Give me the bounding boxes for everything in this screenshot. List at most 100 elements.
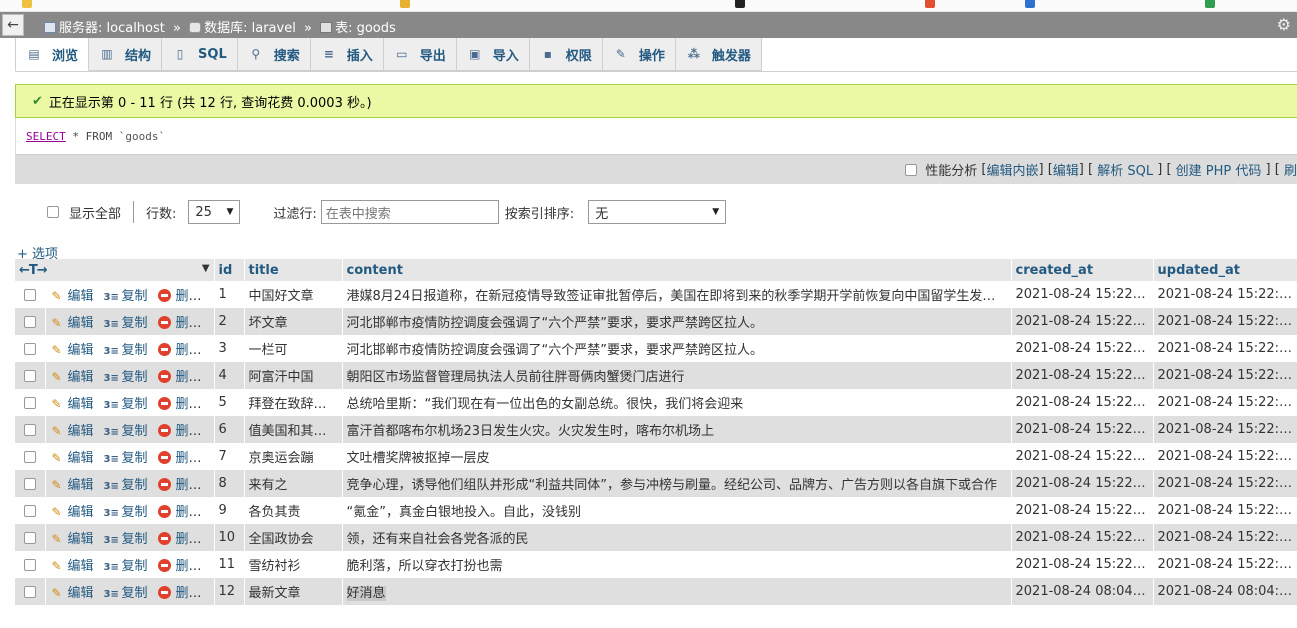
copy-row-button[interactable]: 3≡ 复制 <box>104 397 148 412</box>
edit-row-button[interactable]: ✎ 编辑 <box>50 559 93 574</box>
cell-created-at[interactable]: 2021-08-24 15:22:29 <box>1011 389 1154 416</box>
table-row[interactable]: ✎ 编辑 3≡ 复制 删除 3 一栏可 河北邯郸市疫情防控调度会强调了“六个严禁”要求，要求严… <box>15 335 1297 362</box>
table-row[interactable]: ✎ 编辑 3≡ 复制 删除 12 最新文章 好消息 2021-08-24 08:04:30 202… <box>15 578 1297 605</box>
breadcrumb-table[interactable]: 表: goods <box>335 21 396 36</box>
row-checkbox[interactable] <box>23 423 36 436</box>
cell-updated-at[interactable]: 2021-08-24 15:22:29 <box>1153 470 1297 497</box>
table-row[interactable]: ✎ 编辑 3≡ 复制 删除 4 阿富汗中国 朝阳区市场监督管理局执法人员前往胖哥俩肉蟹煲门店进… <box>15 362 1297 389</box>
rows-select[interactable]: 25 ▼ <box>188 200 241 224</box>
delete-row-button[interactable]: 删除 <box>157 289 202 304</box>
row-checkbox-cell[interactable] <box>15 389 46 416</box>
tab-import[interactable]: ▣ 导入 <box>456 38 530 71</box>
cell-content[interactable]: 文吐槽奖牌被抠掉一层皮 <box>342 443 1012 470</box>
edit-row-button[interactable]: ✎ 编辑 <box>50 424 93 439</box>
cell-id[interactable]: 2 <box>214 308 245 335</box>
cell-content[interactable]: 总统哈里斯：“我们现在有一位出色的女副总统。很快，我们将会迎来 <box>342 389 1012 416</box>
cell-title[interactable]: 雪纺衬衫 <box>244 551 343 578</box>
table-row[interactable]: ✎ 编辑 3≡ 复制 删除 11 雪纺衬衫 脆利落，所以穿衣打扮也需 2021-08-24 15… <box>15 551 1297 578</box>
cell-content[interactable]: 港媒8月24日报道称，在新冠疫情导致签证审批暂停后，美国在即将到来的秋季学期开学… <box>342 281 1012 308</box>
cell-created-at[interactable]: 2021-08-24 15:22:29 <box>1011 524 1154 551</box>
tab-operations[interactable]: ✎ 操作 <box>602 38 676 71</box>
edit-row-button[interactable]: ✎ 编辑 <box>50 451 93 466</box>
cell-content[interactable]: 河北邯郸市疫情防控调度会强调了“六个严禁”要求，要求严禁跨区拉人。 <box>342 308 1012 335</box>
cell-updated-at[interactable]: 2021-08-24 15:22:29 <box>1153 281 1297 308</box>
row-checkbox-cell[interactable] <box>15 578 46 605</box>
edit-row-button[interactable]: ✎ 编辑 <box>50 343 93 358</box>
cell-id[interactable]: 7 <box>214 443 245 470</box>
cell-updated-at[interactable]: 2021-08-24 08:04:30 <box>1153 578 1297 605</box>
cell-updated-at[interactable]: 2021-08-24 15:22:29 <box>1153 443 1297 470</box>
copy-row-button[interactable]: 3≡ 复制 <box>104 478 148 493</box>
cell-created-at[interactable]: 2021-08-24 15:22:29 <box>1011 308 1154 335</box>
row-checkbox-cell[interactable] <box>15 524 46 551</box>
delete-row-button[interactable]: 删除 <box>157 343 202 358</box>
cell-id[interactable]: 12 <box>214 578 245 605</box>
row-checkbox[interactable] <box>23 288 36 301</box>
copy-row-button[interactable]: 3≡ 复制 <box>104 505 148 520</box>
edit-row-button[interactable]: ✎ 编辑 <box>50 397 93 412</box>
refresh-link[interactable]: 刷 <box>1284 160 1297 179</box>
cell-title[interactable]: 京奥运会蹦 <box>244 443 343 470</box>
row-checkbox[interactable] <box>23 342 36 355</box>
cell-id[interactable]: 5 <box>214 389 245 416</box>
row-checkbox-cell[interactable] <box>15 470 46 497</box>
edit-sql-link[interactable]: 编辑 <box>1053 160 1079 179</box>
cell-id[interactable]: 11 <box>214 551 245 578</box>
column-header-created-at[interactable]: created_at <box>1011 259 1154 281</box>
copy-row-button[interactable]: 3≡ 复制 <box>104 532 148 547</box>
cell-created-at[interactable]: 2021-08-24 08:04:30 <box>1011 578 1154 605</box>
copy-row-button[interactable]: 3≡ 复制 <box>104 343 148 358</box>
row-checkbox[interactable] <box>23 585 36 598</box>
table-row[interactable]: ✎ 编辑 3≡ 复制 删除 2 坏文章 河北邯郸市疫情防控调度会强调了“六个严禁”要求，要求严… <box>15 308 1297 335</box>
copy-row-button[interactable]: 3≡ 复制 <box>104 559 148 574</box>
cell-id[interactable]: 8 <box>214 470 245 497</box>
cell-title[interactable]: 阿富汗中国 <box>244 362 343 389</box>
copy-row-button[interactable]: 3≡ 复制 <box>104 316 148 331</box>
breadcrumb-database[interactable]: 数据库: laravel <box>204 21 296 36</box>
cell-content[interactable]: 竞争心理，诱导他们组队并形成“利益共同体”，参与冲榜与刷量。经纪公司、品牌方、广… <box>342 470 1012 497</box>
cell-content[interactable]: 好消息 <box>342 578 1012 605</box>
cell-content[interactable]: 朝阳区市场监督管理局执法人员前往胖哥俩肉蟹煲门店进行 <box>342 362 1012 389</box>
tab-triggers[interactable]: ⁂ 触发器 <box>675 38 762 71</box>
row-checkbox-cell[interactable] <box>15 308 46 335</box>
delete-row-button[interactable]: 删除 <box>157 505 202 520</box>
breadcrumb-server[interactable]: 服务器: localhost <box>59 21 165 36</box>
table-row[interactable]: ✎ 编辑 3≡ 复制 删除 1 中国好文章 港媒8月24日报道称，在新冠疫情导致签证审批暂停后… <box>15 281 1297 308</box>
row-checkbox[interactable] <box>23 450 36 463</box>
show-all-checkbox[interactable] <box>47 206 59 218</box>
cell-updated-at[interactable]: 2021-08-24 15:22:29 <box>1153 308 1297 335</box>
sql-keyword-select[interactable]: SELECT <box>26 130 66 143</box>
column-resize-icon[interactable]: ←T→ <box>19 263 48 278</box>
column-header-id[interactable]: id <box>214 259 245 281</box>
row-checkbox[interactable] <box>23 315 36 328</box>
cell-title[interactable]: 一栏可 <box>244 335 343 362</box>
cell-title[interactable]: 值美国和其他西 <box>244 416 343 443</box>
delete-row-button[interactable]: 删除 <box>157 586 202 601</box>
filter-input[interactable]: 在表中搜索 <box>320 200 499 224</box>
table-row[interactable]: ✎ 编辑 3≡ 复制 删除 10 全国政协会 领，还有来自社会各党各派的民 2021-08-24… <box>15 524 1297 551</box>
cell-title[interactable]: 最新文章 <box>244 578 343 605</box>
cell-id[interactable]: 3 <box>214 335 245 362</box>
delete-row-button[interactable]: 删除 <box>157 397 202 412</box>
create-php-link[interactable]: 创建 PHP 代码 <box>1176 160 1262 179</box>
cell-id[interactable]: 10 <box>214 524 245 551</box>
cell-content[interactable]: “氪金”，真金白银地投入。自此，没钱别 <box>342 497 1012 524</box>
delete-row-button[interactable]: 删除 <box>157 424 202 439</box>
gear-icon[interactable]: ⚙ <box>1277 15 1291 34</box>
cell-updated-at[interactable]: 2021-08-24 15:22:29 <box>1153 389 1297 416</box>
copy-row-button[interactable]: 3≡ 复制 <box>104 370 148 385</box>
edit-row-button[interactable]: ✎ 编辑 <box>50 289 93 304</box>
cell-content[interactable]: 领，还有来自社会各党各派的民 <box>342 524 1012 551</box>
copy-row-button[interactable]: 3≡ 复制 <box>104 451 148 466</box>
delete-row-button[interactable]: 删除 <box>157 316 202 331</box>
table-row[interactable]: ✎ 编辑 3≡ 复制 删除 9 各负其责 “氪金”，真金白银地投入。自此，没钱别 2021-08… <box>15 497 1297 524</box>
cell-id[interactable]: 9 <box>214 497 245 524</box>
tab-sql[interactable]: ▯ SQL <box>162 38 238 71</box>
table-row[interactable]: ✎ 编辑 3≡ 复制 删除 8 来有之 竞争心理，诱导他们组队并形成“利益共同体”，参与冲榜与… <box>15 470 1297 497</box>
cell-id[interactable]: 4 <box>214 362 245 389</box>
row-checkbox[interactable] <box>23 396 36 409</box>
edit-inline-link[interactable]: 编辑内嵌 <box>986 160 1038 179</box>
row-checkbox-cell[interactable] <box>15 416 46 443</box>
copy-row-button[interactable]: 3≡ 复制 <box>104 289 148 304</box>
table-row[interactable]: ✎ 编辑 3≡ 复制 删除 5 拜登在致辞中盛 总统哈里斯：“我们现在有一位出色的女副总统。很… <box>15 389 1297 416</box>
